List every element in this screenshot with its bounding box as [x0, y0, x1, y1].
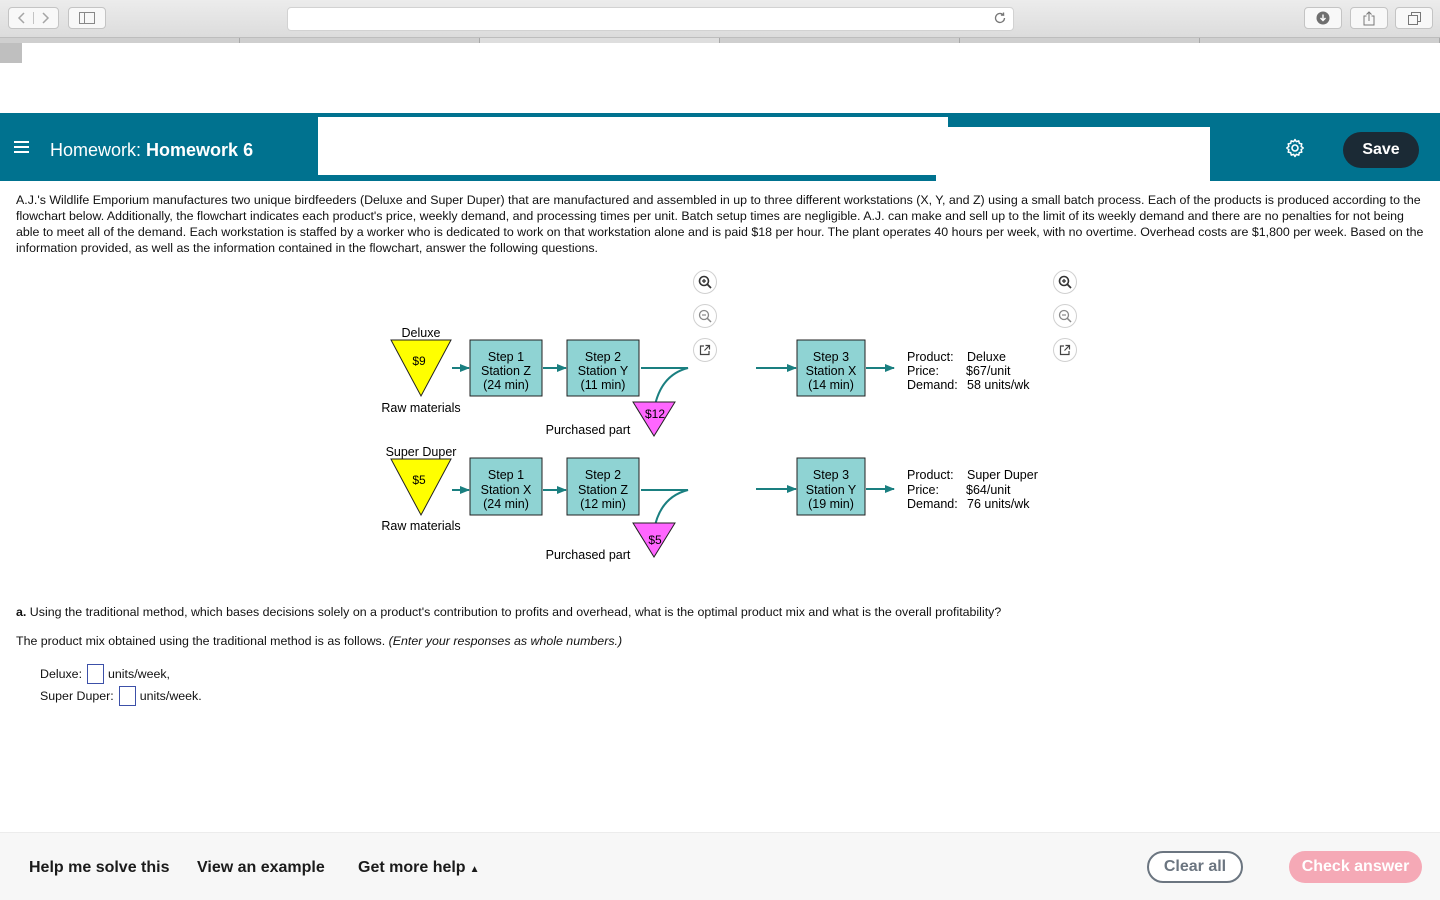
superduper-step1-line3: (24 min): [483, 497, 529, 511]
deluxe-step3-line3: (14 min): [808, 378, 854, 392]
deluxe-demand-val: 58 units/wk: [967, 378, 1030, 392]
superduper-demand-val: 76 units/wk: [967, 497, 1030, 511]
page-title: Homework: Homework 6: [50, 140, 254, 160]
superduper-step1-line2: Station X: [481, 483, 532, 497]
deluxe-price-key: Price:: [907, 364, 939, 378]
superduper-raw-triangle: [390, 458, 452, 517]
caret-up-icon: ▲: [469, 864, 480, 875]
redacted-area: [936, 175, 1210, 181]
superduper-purchased-cost: $5: [648, 533, 662, 547]
tab-strip: [0, 38, 1440, 43]
deluxe-raw-label: Raw materials: [381, 401, 460, 415]
deluxe-answer-row: Deluxe: units/week,: [40, 664, 170, 684]
superduper-product-key: Product:: [907, 468, 954, 482]
deluxe-demand-key: Demand:: [907, 378, 958, 392]
superduper-step3-line1: Step 3: [813, 468, 849, 482]
superduper-raw-cost: $5: [412, 473, 426, 487]
deluxe-raw-cost: $9: [412, 354, 426, 368]
footer-bar: Help me solve this View an example Get m…: [0, 832, 1440, 900]
superduper-price-val: $64/unit: [966, 483, 1011, 497]
tab[interactable]: [1200, 38, 1440, 43]
zoom-out-icon[interactable]: [1053, 304, 1077, 328]
problem-text: A.J.'s Wildlife Emporium manufactures tw…: [16, 193, 1424, 255]
superduper-step1-line1: Step 1: [488, 468, 524, 482]
zoom-in-icon[interactable]: [1053, 270, 1077, 294]
tab[interactable]: [720, 38, 960, 43]
deluxe-step3-line1: Step 3: [813, 350, 849, 364]
deluxe-name: Deluxe: [402, 326, 441, 340]
save-button[interactable]: Save: [1343, 132, 1419, 168]
deluxe-step2-line3: (11 min): [581, 378, 626, 392]
zoom-in-icon[interactable]: [693, 270, 717, 294]
deluxe-unit-label: units/week,: [108, 667, 170, 681]
superduper-name: Super Duper: [386, 445, 457, 459]
download-icon[interactable]: [1304, 7, 1342, 29]
deluxe-step2-line1: Step 2: [585, 350, 621, 364]
deluxe-units-input[interactable]: [87, 664, 105, 684]
question-instructions: The product mix obtained using the tradi…: [16, 634, 623, 648]
superduper-units-input[interactable]: [118, 686, 136, 706]
deluxe-step2-line2: Station Y: [578, 364, 629, 378]
superduper-raw-label: Raw materials: [381, 519, 460, 533]
superduper-answer-row: Super Duper: units/week.: [40, 686, 202, 706]
gear-icon[interactable]: [1285, 138, 1305, 163]
tab[interactable]: [480, 38, 720, 43]
share-icon[interactable]: [1350, 7, 1388, 29]
superduper-price-key: Price:: [907, 483, 939, 497]
superduper-answer-label: Super Duper:: [40, 689, 114, 703]
tab[interactable]: [240, 38, 480, 43]
sidebar-icon[interactable]: [68, 7, 106, 29]
deluxe-raw-triangle: [390, 339, 452, 398]
external-link-icon[interactable]: [1053, 338, 1077, 362]
deluxe-step1-line1: Step 1: [488, 350, 524, 364]
superduper-step2-line3: (12 min): [580, 497, 626, 511]
help-me-solve-link[interactable]: Help me solve this: [29, 859, 170, 877]
redacted-area: [948, 127, 1210, 181]
deluxe-price-val: $67/unit: [966, 364, 1011, 378]
clear-all-button[interactable]: Clear all: [1147, 851, 1243, 883]
question-part-a: a. Using the traditional method, which b…: [16, 605, 1002, 619]
deluxe-product-val: Deluxe: [967, 350, 1006, 364]
address-bar[interactable]: [287, 7, 1014, 31]
deluxe-step1-line2: Station Z: [481, 364, 531, 378]
redacted-area: [318, 117, 948, 175]
tabs-icon[interactable]: [1395, 7, 1433, 29]
app-header: Homework: Homework 6 Save: [0, 113, 1440, 181]
superduper-demand-key: Demand:: [907, 497, 958, 511]
view-example-link[interactable]: View an example: [197, 859, 325, 877]
superduper-unit-label: units/week.: [139, 689, 202, 703]
superduper-step3-line3: (19 min): [808, 497, 854, 511]
superduper-step2-line2: Station Z: [578, 483, 628, 497]
tab[interactable]: [0, 38, 240, 43]
deluxe-step3-line2: Station X: [806, 364, 857, 378]
get-more-help-link[interactable]: Get more help ▲: [358, 859, 479, 877]
browser-toolbar: [0, 0, 1440, 38]
flowchart: Deluxe $9 Raw materials Step 1 Station Z…: [381, 326, 1038, 562]
nav-buttons: [8, 7, 59, 29]
check-answer-button[interactable]: Check answer: [1289, 851, 1422, 883]
gray-block: [0, 43, 22, 63]
deluxe-step1-line3: (24 min): [483, 378, 529, 392]
deluxe-product-key: Product:: [907, 350, 954, 364]
tab[interactable]: [960, 38, 1200, 43]
reload-icon[interactable]: [993, 11, 1007, 30]
superduper-purchased-label: Purchased part: [546, 548, 631, 562]
superduper-step2-line1: Step 2: [585, 468, 621, 482]
zoom-controls: [1053, 270, 1079, 372]
superduper-step3-line2: Station Y: [806, 483, 857, 497]
deluxe-answer-label: Deluxe:: [40, 667, 83, 681]
chevron-right-icon[interactable]: [34, 12, 58, 24]
superduper-product-val: Super Duper: [967, 468, 1038, 482]
deluxe-purchased-label: Purchased part: [546, 423, 631, 437]
menu-icon[interactable]: [14, 141, 29, 153]
deluxe-purchased-cost: $12: [645, 407, 665, 421]
chevron-left-icon[interactable]: [9, 12, 34, 24]
